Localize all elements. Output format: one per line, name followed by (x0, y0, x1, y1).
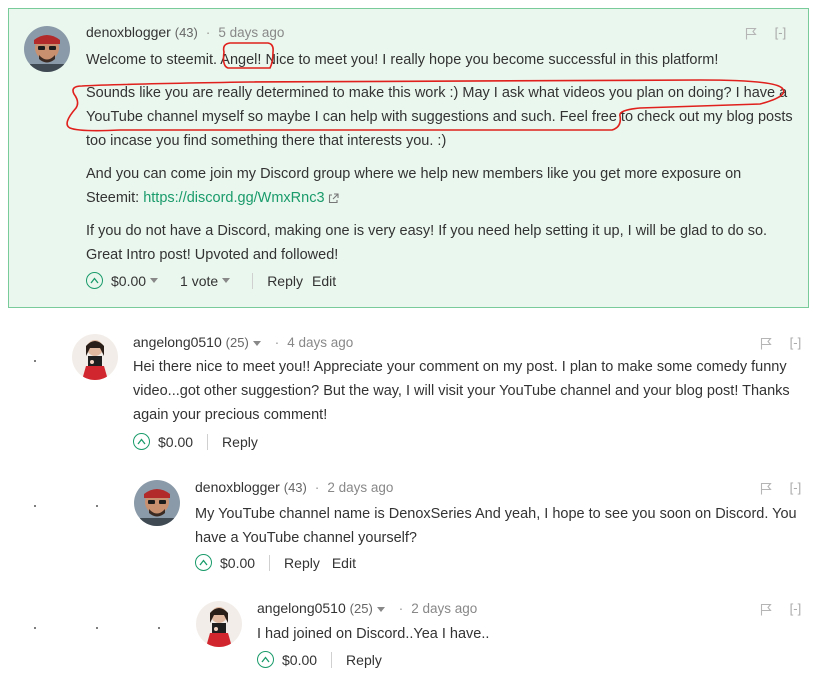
payout-value[interactable]: $0.00 (111, 273, 146, 289)
upvote-icon[interactable] (133, 433, 150, 450)
payout-value[interactable]: $0.00 (282, 652, 317, 668)
flag-icon[interactable] (760, 603, 772, 616)
avatar-image-angelong0510 (72, 334, 118, 380)
avatar[interactable] (196, 601, 242, 647)
comment-body: Hei there nice to meet you!! Appreciate … (133, 355, 813, 436)
divider (207, 433, 209, 450)
author-name[interactable]: denoxblogger (86, 24, 171, 40)
avatar-image-denoxblogger (134, 480, 180, 526)
avatar[interactable] (72, 334, 118, 380)
reply-button[interactable]: Reply (222, 434, 258, 450)
reply-button[interactable]: Reply (267, 273, 303, 289)
author-reputation: (43) (283, 480, 307, 495)
timestamp[interactable]: 2 days ago (327, 480, 393, 495)
vote-count[interactable]: 1 vote (180, 273, 218, 289)
thread-indicator (96, 627, 98, 629)
thread-indicator (158, 627, 160, 629)
upvote-icon[interactable] (195, 554, 212, 571)
comment-meta: denoxblogger (43) · 5 days ago (86, 24, 284, 40)
external-link-icon (328, 193, 339, 203)
thread-indicator (34, 360, 36, 362)
divider (269, 554, 271, 571)
caret-down-icon[interactable] (376, 606, 385, 612)
comment-footer: $0.00 Reply (133, 433, 258, 450)
avatar-image-denoxblogger (24, 26, 70, 72)
timestamp[interactable]: 5 days ago (218, 25, 284, 40)
comment-paragraph: Hei there nice to meet you!! Appreciate … (133, 359, 790, 423)
comment-actions: [-] (745, 25, 786, 40)
collapse-button[interactable]: [-] (790, 335, 802, 350)
comment-meta: angelong0510 (25) · 4 days ago (133, 334, 353, 350)
flag-icon[interactable] (760, 482, 772, 495)
author-name[interactable]: denoxblogger (195, 479, 280, 495)
caret-down-icon[interactable] (150, 278, 159, 283)
reply-button[interactable]: Reply (346, 652, 382, 668)
edit-button[interactable]: Edit (332, 555, 356, 571)
separator-dot: · (398, 600, 404, 616)
author-reputation: (43) (174, 25, 198, 40)
comment-actions: [-] (760, 335, 801, 350)
comment-paragraph: Sounds like you are really determined to… (86, 85, 793, 149)
timestamp[interactable]: 4 days ago (287, 335, 353, 350)
comment-paragraph: I had joined on Discord..Yea I have.. (257, 626, 490, 642)
payout-value[interactable]: $0.00 (220, 555, 255, 571)
comment-paragraph: If you do not have a Discord, making one… (86, 223, 768, 263)
comment-paragraph: My YouTube channel name is DenoxSeries A… (195, 506, 797, 546)
separator-dot: · (205, 24, 211, 40)
flag-icon[interactable] (760, 337, 772, 350)
collapse-button[interactable]: [-] (790, 480, 802, 495)
caret-down-icon[interactable] (222, 278, 231, 283)
comment-meta: denoxblogger (43) · 2 days ago (195, 479, 393, 495)
comment-actions: [-] (760, 601, 801, 616)
flag-icon[interactable] (745, 27, 757, 40)
avatar-image-angelong0510 (196, 601, 242, 647)
edit-button[interactable]: Edit (312, 273, 336, 289)
author-name[interactable]: angelong0510 (257, 600, 346, 616)
payout-value[interactable]: $0.00 (158, 434, 193, 450)
thread-indicator (96, 505, 98, 507)
timestamp[interactable]: 2 days ago (411, 601, 477, 616)
discord-link[interactable]: https://discord.gg/WmxRnc3 (143, 190, 324, 206)
comment-paragraph: And you can come join my Discord group w… (86, 162, 798, 210)
author-name[interactable]: angelong0510 (133, 334, 222, 350)
divider (331, 651, 333, 668)
comment-footer: $0.00 Reply (257, 651, 382, 668)
author-reputation: (25) (349, 601, 373, 616)
thread-indicator (34, 627, 36, 629)
comment-paragraph: Welcome to steemit. Angel! Nice to meet … (86, 52, 719, 68)
avatar[interactable] (24, 26, 70, 72)
collapse-button[interactable]: [-] (775, 25, 787, 40)
separator-dot: · (274, 334, 280, 350)
comment-footer: $0.00 Reply Edit (195, 554, 356, 571)
separator-dot: · (314, 479, 320, 495)
comment-actions: [-] (760, 480, 801, 495)
comment-footer: $0.00 1 vote Reply Edit (86, 272, 336, 289)
comment-body: Welcome to steemit. Angel! Nice to meet … (86, 48, 798, 276)
divider (252, 272, 254, 289)
thread-indicator (34, 505, 36, 507)
reply-button[interactable]: Reply (284, 555, 320, 571)
collapse-button[interactable]: [-] (790, 601, 802, 616)
author-reputation: (25) (225, 335, 249, 350)
caret-down-icon[interactable] (252, 340, 261, 346)
upvote-icon[interactable] (257, 651, 274, 668)
comment-body: My YouTube channel name is DenoxSeries A… (195, 502, 810, 559)
upvote-icon[interactable] (86, 272, 103, 289)
avatar[interactable] (134, 480, 180, 526)
comment-meta: angelong0510 (25) · 2 days ago (257, 600, 477, 616)
